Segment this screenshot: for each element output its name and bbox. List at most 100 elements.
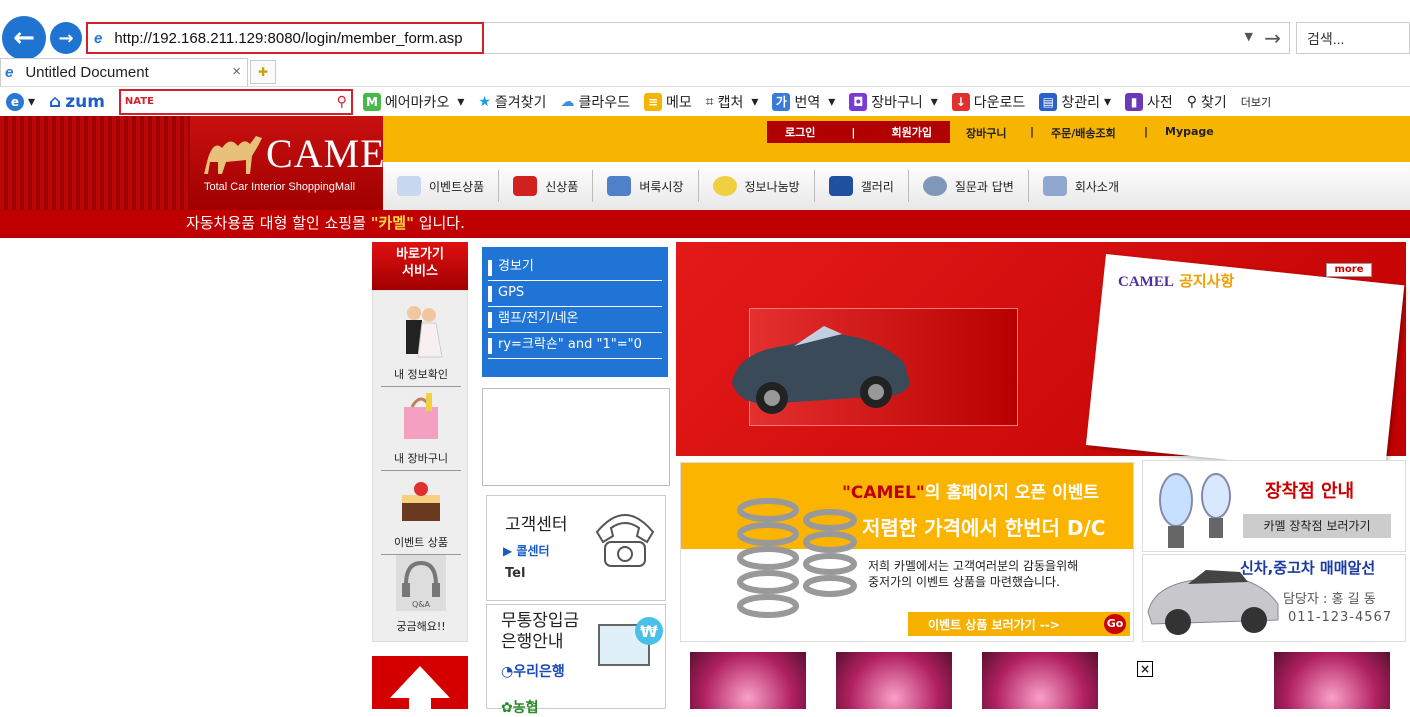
product-thumbnail[interactable] — [982, 652, 1098, 709]
bag-icon: ◘ — [849, 92, 868, 111]
svg-text:Q&A: Q&A — [412, 600, 431, 609]
toolbar-memo[interactable]: ≡ 메모 — [643, 92, 692, 112]
product-thumbnail[interactable] — [836, 652, 952, 709]
toolbar-dictionary[interactable]: ▮ 사전 — [1125, 92, 1173, 112]
book-icon: ▮ — [1125, 92, 1143, 111]
toolbar-download[interactable]: ↓ 다운로드 — [951, 92, 1025, 112]
toolbar-window-manager[interactable]: ▤ 창관리 ▾ — [1039, 92, 1111, 112]
chevron-down-icon[interactable]: ▾ — [457, 94, 464, 110]
scroll-top-button[interactable] — [372, 656, 468, 716]
nate-search-input[interactable]: NATE ⚲ — [118, 88, 353, 115]
quick-event-products[interactable]: 이벤트 상품 — [381, 471, 461, 555]
product-thumbnail[interactable] — [1274, 652, 1390, 709]
nate-logo: NATE — [124, 96, 154, 107]
couple-icon — [406, 306, 443, 358]
product-thumbnail[interactable] — [690, 652, 806, 709]
chevron-down-icon[interactable]: ▾ — [931, 94, 938, 110]
toolbar-find[interactable]: ⚲ 찾기 — [1187, 92, 1227, 112]
category-item[interactable]: 램프/전기/네온 — [488, 307, 662, 333]
spring-image — [737, 498, 857, 618]
go-icon: Go — [1104, 614, 1126, 634]
toolbar-favorites[interactable]: ★ 즐겨찾기 — [478, 92, 546, 112]
search-input[interactable]: 검색... — [1296, 22, 1410, 54]
url-field[interactable]: e http://192.168.211.129:8080/login/memb… — [86, 22, 484, 54]
install-shop-button[interactable]: 카멜 장착점 보러가기 — [1243, 514, 1391, 538]
empty-box — [482, 388, 670, 486]
login-link[interactable]: 로그인 — [785, 124, 815, 140]
menu-info-share[interactable]: 정보나눔방 — [699, 170, 815, 202]
box-icon — [513, 176, 538, 196]
event-subheadline: 저렴한 가격에서 한번더 D/C — [862, 516, 1106, 540]
cs-tel: Tel — [505, 566, 526, 581]
bank-info-box[interactable]: 무통장입금 은행안내 ◔우리은행 ✿농협 ₩ — [486, 604, 666, 716]
chevron-down-icon[interactable]: ▾ — [1104, 94, 1111, 110]
toolbar-capture[interactable]: ⌗ 캡처 ▾ — [706, 92, 759, 112]
signup-link[interactable]: 회원가입 — [891, 124, 931, 140]
search-icon: ⚲ — [1186, 93, 1198, 110]
ie-icon: e — [5, 64, 14, 81]
category-item[interactable]: 경보기 — [488, 255, 662, 281]
crop-icon: ⌗ — [705, 93, 714, 110]
toolbar-cart[interactable]: ◘ 장바구니 ▾ — [849, 92, 938, 112]
chevron-down-icon[interactable]: ▼ — [1245, 30, 1253, 43]
tab-active[interactable]: e Untitled Document × — [0, 58, 248, 86]
menu-qna[interactable]: 질문과 답변 — [909, 170, 1029, 202]
woori-bank-label: ◔우리은행 — [501, 664, 565, 680]
quick-service-title: 바로가기 서비스 — [372, 242, 468, 290]
airmacau-icon: M — [362, 92, 381, 111]
menu-new-products[interactable]: 신상품 — [499, 170, 594, 202]
chevron-down-icon[interactable]: ▾ — [751, 94, 758, 110]
bag-icon — [607, 176, 632, 196]
quick-qna[interactable]: Q&A 궁금해요!! — [381, 555, 461, 634]
cake-icon — [402, 482, 440, 521]
quick-my-cart[interactable]: 내 장바구니 — [381, 387, 461, 471]
cup-icon — [922, 176, 947, 196]
event-view-button[interactable]: 이벤트 상품 보러가기 --> Go — [908, 612, 1130, 636]
shopping-bag-icon — [404, 393, 438, 439]
headlight-bulb-image — [1159, 473, 1231, 548]
menu-flea-market[interactable]: 벼룩시장 — [593, 170, 699, 202]
notice-title: CAMEL 공지사항 — [1118, 272, 1235, 290]
toolbar-airmacau[interactable]: M 에어마카오 ▾ — [362, 92, 464, 112]
toolbar-more[interactable]: 더보기 — [1241, 94, 1271, 110]
company-icon — [1042, 176, 1067, 196]
translate-icon: 가 — [772, 92, 791, 111]
telephone-icon — [595, 514, 655, 567]
search-icon[interactable]: ⚲ — [337, 94, 347, 110]
category-list: 경보기 GPS 램프/전기/네온 ry=크락숀" and "1"="0 — [482, 247, 668, 377]
auth-links: 로그인 | 회원가입 — [767, 121, 950, 143]
star-icon: ★ — [478, 93, 491, 110]
url-field-extension[interactable]: ▼ → — [484, 22, 1290, 54]
zum-logo[interactable]: ⌂ zum — [49, 92, 105, 112]
nonghyup-label: ✿농협 — [501, 700, 539, 716]
address-bar-row: ← → e http://192.168.211.129:8080/login/… — [0, 14, 1410, 60]
quick-my-info[interactable]: 내 정보확인 — [381, 303, 461, 387]
close-icon[interactable]: × — [1137, 661, 1153, 677]
call-center-label: ▶ 콜센터 — [503, 544, 550, 558]
go-arrow-icon[interactable]: → — [1264, 26, 1281, 50]
ie-icon: e — [6, 92, 24, 111]
toolbar-translate[interactable]: 가 번역 ▾ — [772, 92, 835, 112]
mypage-link[interactable]: Mypage — [1165, 125, 1214, 138]
notice-more-button[interactable]: more — [1326, 263, 1372, 277]
category-item[interactable]: GPS — [488, 281, 662, 307]
customer-center-box[interactable]: 고객센터 ▶ 콜센터 Tel — [486, 495, 666, 601]
camel-logo-icon — [204, 136, 262, 174]
install-shop-title: 장착점 안내 — [1265, 481, 1355, 502]
order-status-link[interactable]: 주문/배송조회 — [1051, 125, 1116, 141]
menu-gallery[interactable]: 갤러리 — [815, 170, 909, 202]
toolbar-cloud[interactable]: ☁ 클라우드 — [560, 92, 630, 112]
cs-title: 고객센터 — [505, 515, 568, 535]
ie-menu-button[interactable]: e ▾ — [6, 92, 35, 111]
tab-close-button[interactable]: × — [232, 63, 241, 80]
back-button[interactable]: ← — [2, 16, 46, 60]
chevron-down-icon[interactable]: ▾ — [828, 94, 835, 110]
forward-button[interactable]: → — [50, 22, 82, 54]
category-item[interactable]: ry=크락숀" and "1"="0 — [488, 333, 662, 359]
window-icon: ▤ — [1039, 92, 1058, 111]
menu-event-products[interactable]: 이벤트상품 — [383, 170, 500, 202]
cart-link[interactable]: 장바구니 — [966, 125, 1006, 141]
new-tab-button[interactable]: ✚ — [250, 60, 276, 84]
tab-row: e Untitled Document × ✚ — [0, 58, 1410, 86]
menu-company[interactable]: 회사소개 — [1029, 170, 1133, 202]
